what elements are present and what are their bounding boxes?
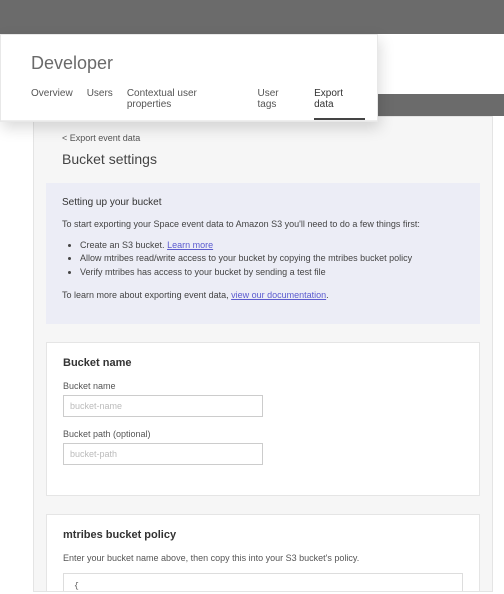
bucket-path-input[interactable] bbox=[63, 443, 263, 465]
info-bullet-3: Verify mtribes has access to your bucket… bbox=[80, 266, 464, 280]
bucket-name-card-title: Bucket name bbox=[63, 357, 463, 369]
info-title: Setting up your bucket bbox=[62, 197, 464, 208]
top-bar bbox=[0, 0, 504, 34]
bucket-policy-code[interactable]: { "Version":"2020-10-17", "Statement":[ … bbox=[63, 573, 463, 592]
info-box: Setting up your bucket To start exportin… bbox=[46, 183, 480, 324]
documentation-link[interactable]: view our documentation bbox=[231, 290, 326, 300]
bucket-name-label: Bucket name bbox=[63, 381, 463, 391]
info-intro: To start exporting your Space event data… bbox=[62, 218, 464, 231]
page-container: < Export event data Bucket settings Sett… bbox=[33, 116, 493, 592]
bucket-name-input[interactable] bbox=[63, 395, 263, 417]
bucket-policy-card: mtribes bucket policy Enter your bucket … bbox=[46, 514, 480, 592]
info-bullet-1: Create an S3 bucket. Learn more bbox=[80, 239, 464, 253]
tab-users[interactable]: Users bbox=[87, 88, 113, 120]
tab-export-data[interactable]: Export data bbox=[314, 88, 365, 120]
info-outro: To learn more about exporting event data… bbox=[62, 289, 464, 302]
panel-title: Developer bbox=[1, 35, 377, 88]
bucket-name-card: Bucket name Bucket name Bucket path (opt… bbox=[46, 342, 480, 496]
breadcrumb-back[interactable]: < Export event data bbox=[34, 117, 492, 151]
info-outro-post: . bbox=[326, 290, 329, 300]
tab-user-tags[interactable]: User tags bbox=[258, 88, 301, 120]
info-outro-pre: To learn more about exporting event data… bbox=[62, 290, 231, 300]
learn-more-link[interactable]: Learn more bbox=[167, 240, 213, 250]
bucket-policy-title: mtribes bucket policy bbox=[63, 529, 463, 541]
secondary-bar bbox=[378, 94, 504, 116]
info-bullets: Create an S3 bucket. Learn more Allow mt… bbox=[62, 239, 464, 280]
developer-panel: Developer Overview Users Contextual user… bbox=[0, 34, 378, 122]
tab-overview[interactable]: Overview bbox=[31, 88, 73, 120]
bucket-policy-sub: Enter your bucket name above, then copy … bbox=[63, 553, 463, 563]
bucket-path-label: Bucket path (optional) bbox=[63, 429, 463, 439]
panel-tabs: Overview Users Contextual user propertie… bbox=[1, 88, 377, 121]
tab-contextual-user-properties[interactable]: Contextual user properties bbox=[127, 88, 244, 120]
info-bullet-1-text: Create an S3 bucket. bbox=[80, 240, 167, 250]
page-title: Bucket settings bbox=[34, 151, 492, 183]
info-bullet-2: Allow mtribes read/write access to your … bbox=[80, 252, 464, 266]
